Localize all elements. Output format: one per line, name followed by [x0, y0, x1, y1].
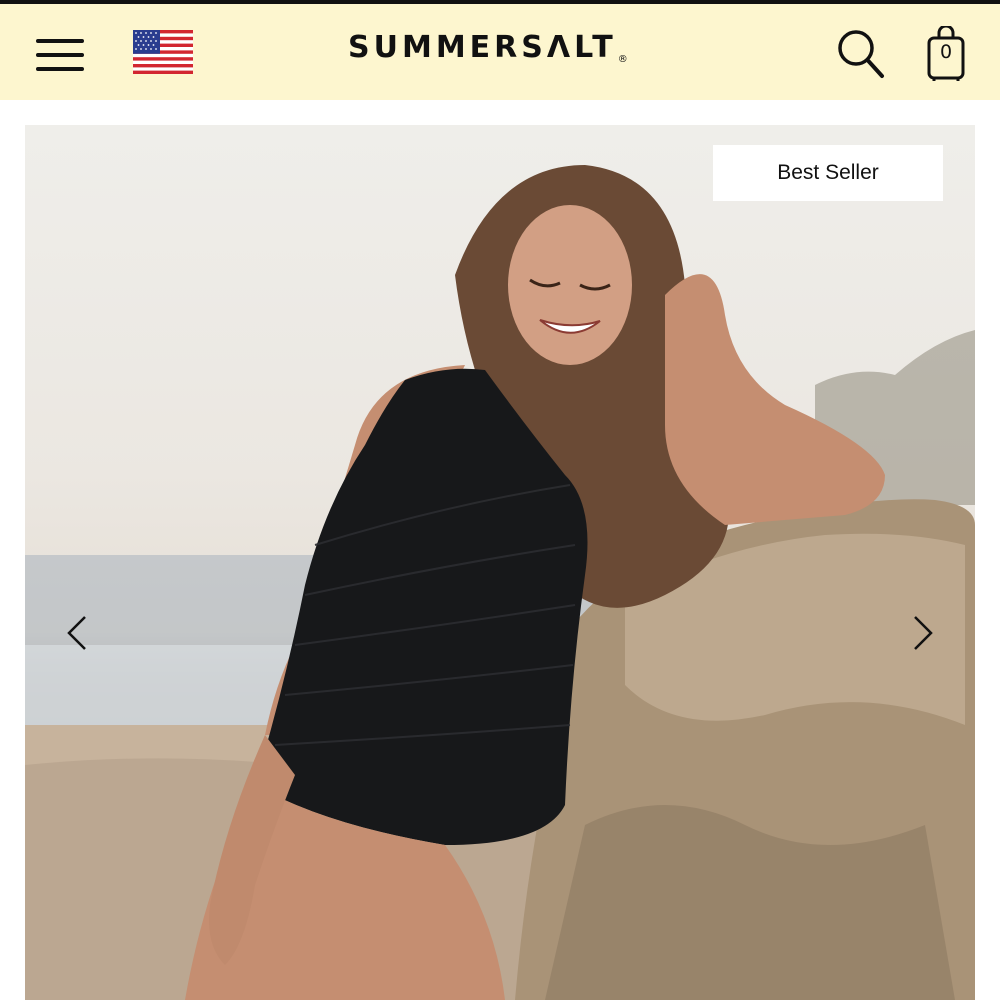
- product-image-carousel[interactable]: Best Seller: [25, 125, 975, 1000]
- hamburger-menu-icon[interactable]: [36, 37, 86, 73]
- best-seller-badge: Best Seller: [713, 145, 943, 201]
- chevron-left-icon[interactable]: [57, 603, 97, 663]
- brand-logo[interactable]: SUMMERSΛLT ®: [348, 30, 668, 74]
- registered-mark: ®: [617, 54, 628, 65]
- us-flag-icon[interactable]: [133, 30, 193, 74]
- search-icon[interactable]: [836, 28, 886, 80]
- cart-count: 0: [939, 41, 953, 63]
- site-header: SUMMERSΛLT ® 0: [0, 4, 1000, 100]
- product-photo: [25, 165, 975, 1000]
- brand-logo-text: SUMMERSΛLT: [348, 30, 617, 65]
- shopping-bag-button[interactable]: 0: [924, 26, 968, 82]
- chevron-right-icon[interactable]: [903, 603, 943, 663]
